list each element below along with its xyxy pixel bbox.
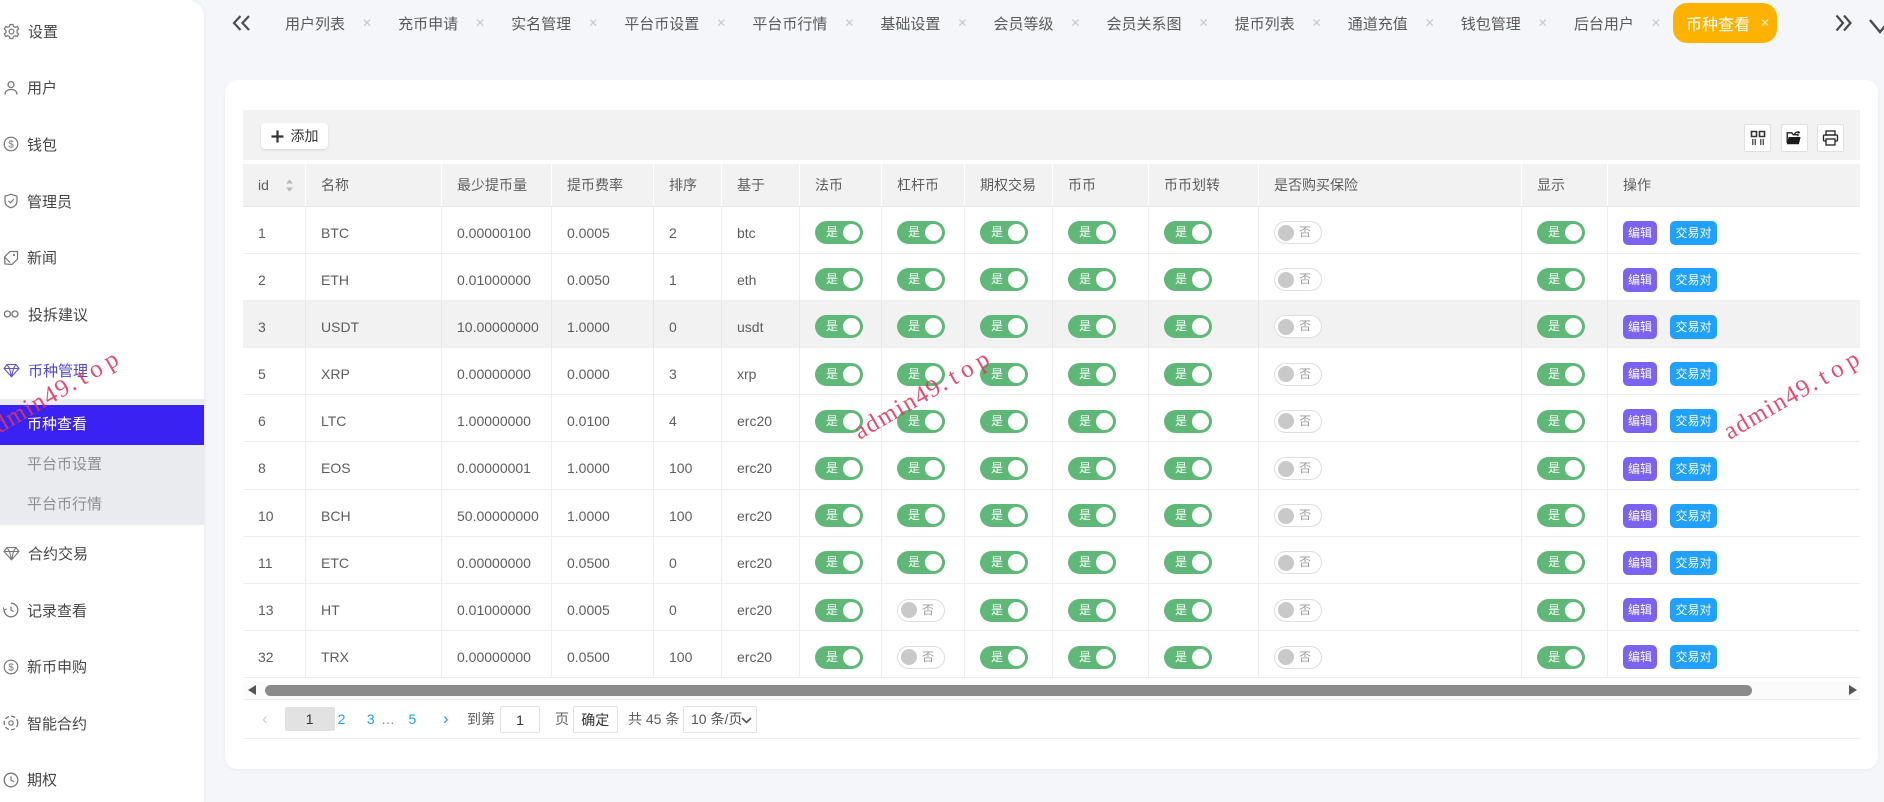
svg-text:$: $	[8, 140, 14, 151]
svg-text:$: $	[8, 662, 14, 673]
